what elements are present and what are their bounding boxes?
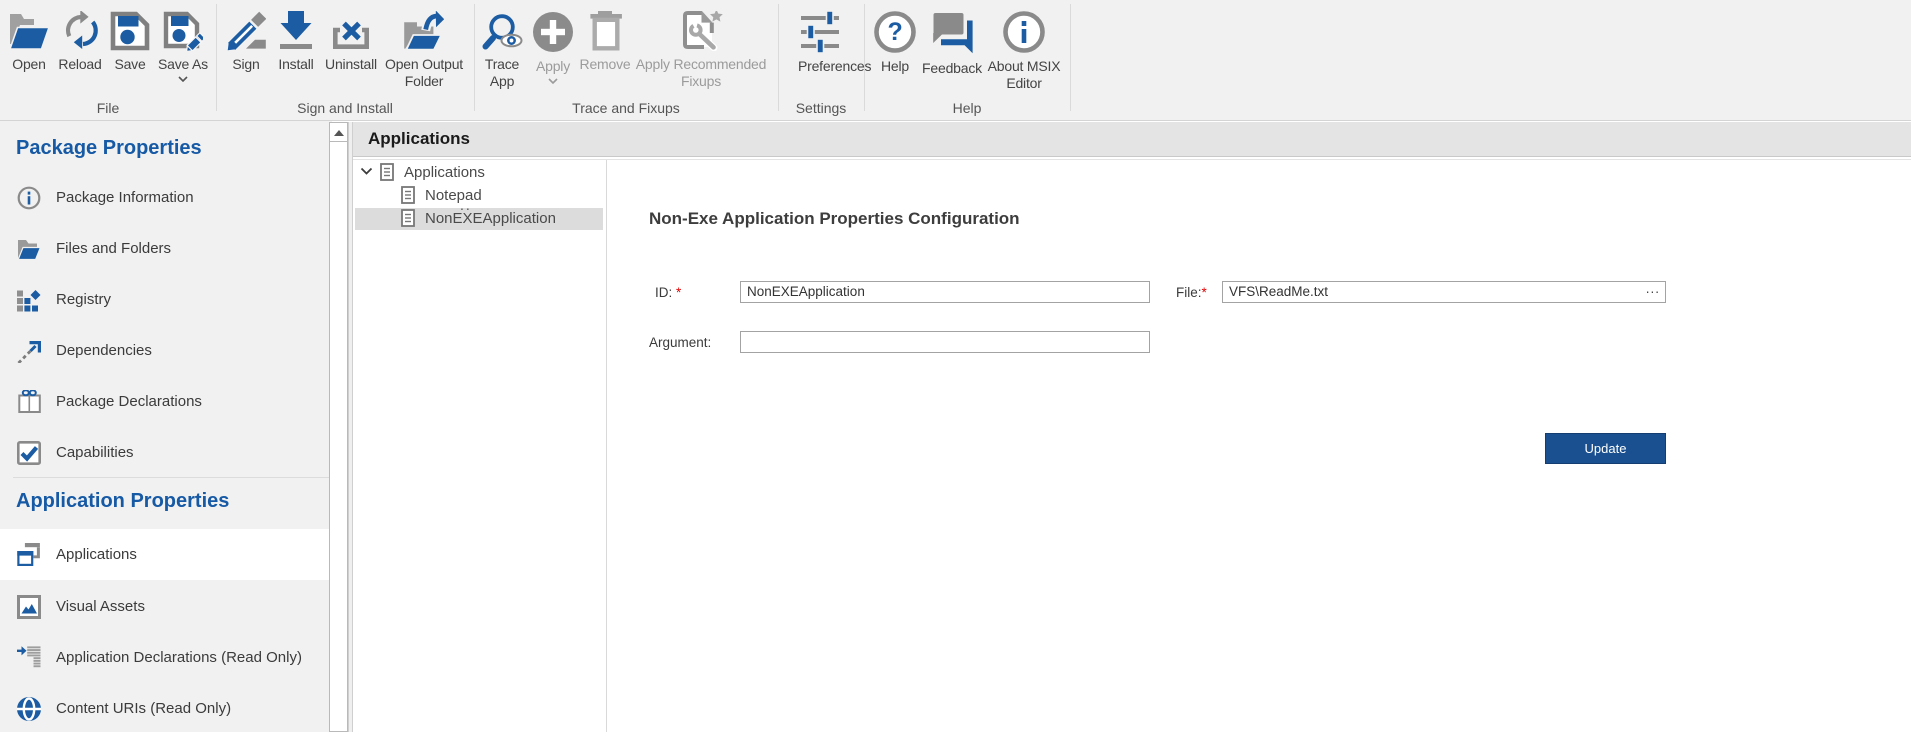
svg-text:?: ? xyxy=(887,18,902,46)
